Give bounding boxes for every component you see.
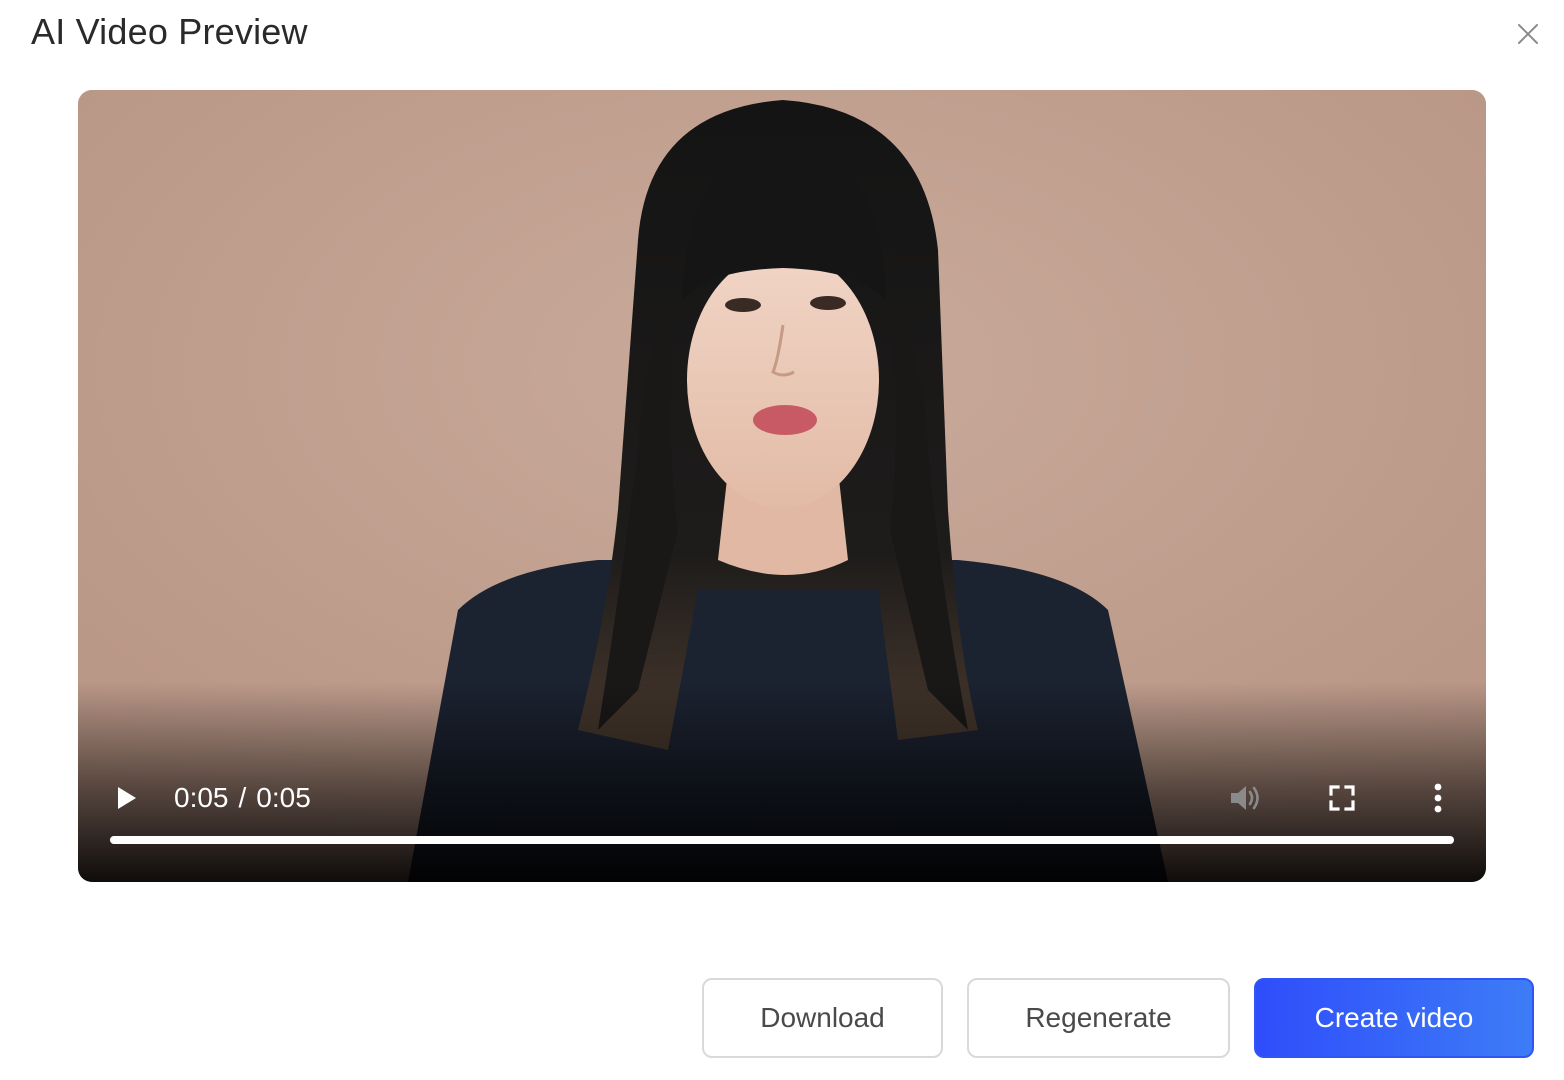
regenerate-button[interactable]: Regenerate bbox=[967, 978, 1230, 1058]
ai-video-preview-dialog: AI Video Preview 0:05 / 0:05 Download Re… bbox=[0, 0, 1564, 1080]
more-vertical-icon bbox=[1434, 783, 1442, 813]
time-separator: / bbox=[238, 782, 247, 813]
play-icon bbox=[118, 787, 136, 809]
download-button[interactable]: Download bbox=[702, 978, 943, 1058]
close-button[interactable] bbox=[1508, 16, 1548, 52]
video-controls: 0:05 / 0:05 bbox=[78, 742, 1486, 882]
mute-button[interactable] bbox=[1226, 778, 1266, 818]
play-button[interactable] bbox=[112, 780, 142, 816]
more-options-button[interactable] bbox=[1418, 778, 1458, 818]
time-display: 0:05 / 0:05 bbox=[174, 780, 311, 816]
volume-icon bbox=[1231, 786, 1259, 810]
close-icon bbox=[1518, 24, 1538, 44]
fullscreen-icon bbox=[1329, 785, 1355, 811]
fullscreen-button[interactable] bbox=[1322, 778, 1362, 818]
current-time: 0:05 bbox=[174, 782, 229, 813]
create-video-button[interactable]: Create video bbox=[1254, 978, 1534, 1058]
progress-fill bbox=[110, 836, 1454, 844]
dialog-title: AI Video Preview bbox=[31, 11, 308, 52]
progress-bar[interactable] bbox=[110, 836, 1454, 844]
duration: 0:05 bbox=[256, 782, 311, 813]
video-player[interactable]: 0:05 / 0:05 bbox=[78, 90, 1486, 882]
